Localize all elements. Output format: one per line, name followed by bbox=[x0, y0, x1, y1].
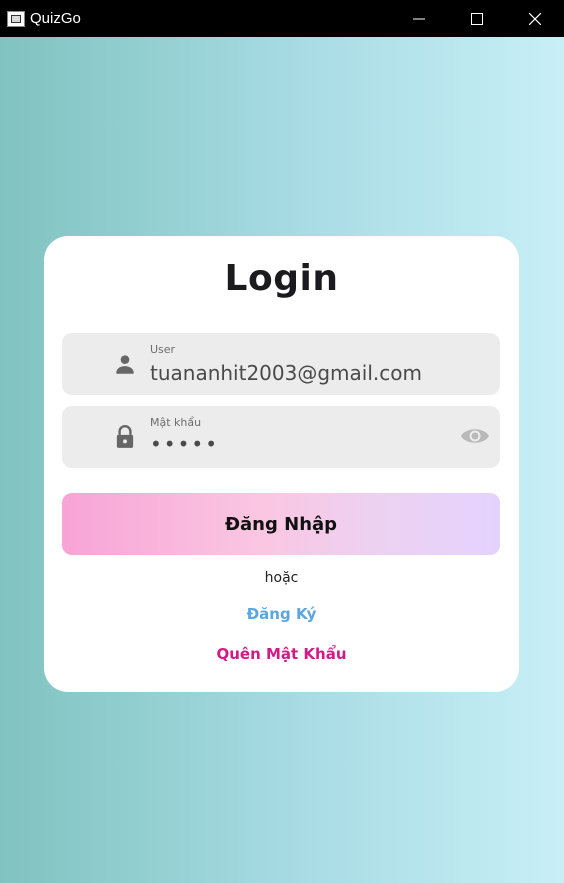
user-field-value[interactable]: tuananhit2003@gmail.com bbox=[150, 361, 422, 385]
lock-icon bbox=[116, 425, 134, 448]
user-field-label: User bbox=[150, 343, 176, 356]
register-link[interactable]: Đăng Ký bbox=[44, 605, 519, 623]
login-button[interactable]: Đăng Nhập bbox=[62, 493, 500, 555]
eye-icon[interactable] bbox=[460, 423, 490, 449]
or-separator-text: hoặc bbox=[264, 570, 299, 586]
password-field-value[interactable]: ••••• bbox=[150, 432, 219, 456]
window-title: QuizGo bbox=[30, 10, 81, 27]
quizgo-app-icon bbox=[7, 10, 25, 27]
close-button[interactable] bbox=[506, 0, 564, 37]
maximize-icon bbox=[471, 12, 483, 25]
maximize-button[interactable] bbox=[448, 0, 506, 37]
user-field[interactable]: User tuananhit2003@gmail.com bbox=[62, 333, 500, 395]
person-icon bbox=[116, 355, 134, 374]
password-field-label: Mật khẩu bbox=[150, 416, 202, 429]
minimize-icon bbox=[413, 18, 425, 19]
minimize-button[interactable] bbox=[390, 0, 448, 37]
login-card: Login User tuananhit2003@gmail.com Mật k… bbox=[44, 236, 519, 692]
close-icon bbox=[529, 12, 541, 25]
page-title: Login bbox=[224, 258, 339, 299]
forgot-password-link[interactable]: Quên Mật Khẩu bbox=[44, 645, 519, 663]
window-titlebar: QuizGo bbox=[0, 0, 564, 37]
window-controls bbox=[390, 0, 564, 37]
password-field[interactable]: Mật khẩu ••••• bbox=[62, 406, 500, 468]
